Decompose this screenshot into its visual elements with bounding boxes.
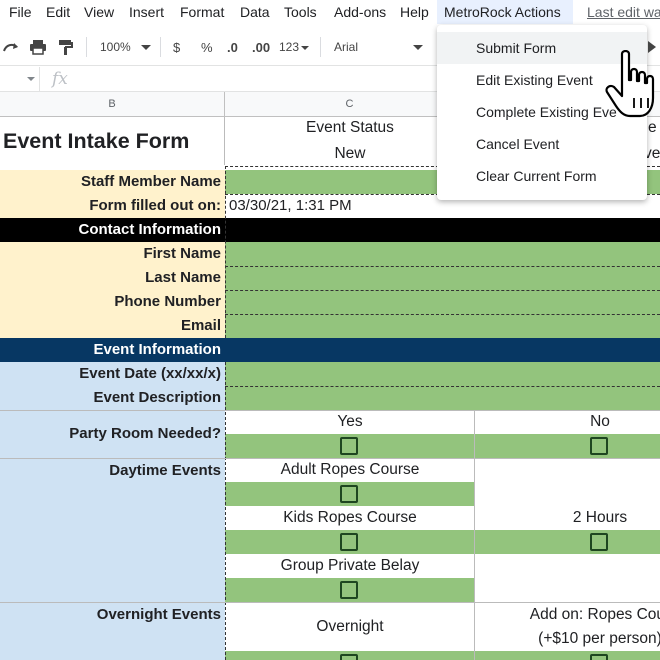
- last-name-label[interactable]: Last Name: [0, 266, 225, 290]
- party-room-yes-label[interactable]: Yes: [225, 410, 475, 434]
- cell-border: [225, 386, 660, 387]
- name-box[interactable]: [0, 67, 40, 91]
- menu-bar: File Edit View Insert Format Data Tools …: [0, 0, 660, 24]
- addon-ropes-price-label[interactable]: (+$10 per person): [475, 627, 660, 651]
- form-filled-label[interactable]: Form filled out on:: [0, 194, 225, 218]
- grid-line: [0, 458, 660, 459]
- email-input[interactable]: [225, 314, 660, 338]
- grid-line: [474, 410, 475, 660]
- event-information-header[interactable]: Event Information: [0, 338, 225, 362]
- addon-ropes-checkbox[interactable]: [590, 654, 608, 660]
- toolbar-separator: [86, 37, 87, 57]
- menu-edit[interactable]: Edit: [46, 4, 70, 20]
- form-title[interactable]: Event Intake Form: [0, 117, 225, 165]
- event-information-header-fill: [225, 338, 660, 362]
- daytime-events-label[interactable]: Daytime Events: [0, 459, 225, 603]
- last-edit-link[interactable]: Last edit wa: [587, 4, 660, 20]
- adult-ropes-course-checkbox[interactable]: [340, 485, 358, 503]
- font-select[interactable]: Arial: [334, 40, 358, 54]
- paint-format-icon[interactable]: [58, 39, 74, 56]
- currency-button[interactable]: $: [173, 40, 180, 55]
- group-private-belay-checkbox[interactable]: [340, 581, 358, 599]
- email-label[interactable]: Email: [0, 314, 225, 338]
- grid-line: [0, 410, 660, 411]
- overnight-label[interactable]: Overnight: [225, 603, 475, 651]
- chevron-down-icon: [413, 45, 423, 50]
- party-room-no-checkbox[interactable]: [590, 437, 608, 455]
- zoom-select[interactable]: 100%: [100, 40, 131, 54]
- event-date-label[interactable]: Event Date (xx/xx/x): [0, 362, 225, 386]
- clear-current-form-menu-item[interactable]: Clear Current Form: [476, 168, 597, 184]
- party-room-yes-checkbox[interactable]: [340, 437, 358, 455]
- contact-information-header-fill: [225, 218, 660, 242]
- menu-file[interactable]: File: [9, 4, 32, 20]
- contact-information-header[interactable]: Contact Information: [0, 218, 225, 242]
- increase-decimal-button[interactable]: .00: [252, 40, 270, 55]
- kids-ropes-course-label[interactable]: Kids Ropes Course: [225, 506, 475, 530]
- addon-ropes-course-label[interactable]: Add on: Ropes Cour: [475, 603, 660, 627]
- menu-view[interactable]: View: [84, 4, 114, 20]
- cell-border: [225, 266, 660, 267]
- menu-format[interactable]: Format: [180, 4, 224, 20]
- fx-icon: fx: [52, 69, 68, 89]
- toolbar-separator: [160, 37, 161, 57]
- overnight-events-label[interactable]: Overnight Events: [0, 603, 225, 660]
- staff-member-name-label[interactable]: Staff Member Name: [0, 170, 225, 194]
- decrease-decimal-button[interactable]: .0: [227, 40, 238, 55]
- grid-line: [224, 117, 225, 165]
- chevron-down-icon: [27, 77, 35, 81]
- chevron-down-icon: [301, 46, 309, 50]
- event-description-label[interactable]: Event Description: [0, 386, 225, 410]
- hand-pointer-cursor-icon: [605, 50, 655, 118]
- phone-number-label[interactable]: Phone Number: [0, 290, 225, 314]
- chevron-down-icon: [141, 45, 151, 50]
- edit-existing-event-menu-item[interactable]: Edit Existing Event: [476, 72, 593, 88]
- redo-icon[interactable]: [2, 40, 20, 54]
- percent-button[interactable]: %: [201, 40, 213, 55]
- two-hours-label[interactable]: 2 Hours: [475, 506, 660, 530]
- cell-border: [225, 314, 660, 315]
- form-filled-value[interactable]: 03/30/21, 1:31 PM: [229, 194, 469, 218]
- phone-number-input[interactable]: [225, 290, 660, 314]
- print-icon[interactable]: [29, 39, 47, 55]
- menu-tools[interactable]: Tools: [284, 4, 317, 20]
- menu-help[interactable]: Help: [400, 4, 429, 20]
- kids-ropes-course-checkbox[interactable]: [340, 533, 358, 551]
- group-private-belay-label[interactable]: Group Private Belay: [225, 554, 475, 578]
- party-room-label[interactable]: Party Room Needed?: [0, 410, 225, 458]
- menu-addons[interactable]: Add-ons: [334, 4, 386, 20]
- column-d-header-text[interactable]: e: [648, 117, 660, 139]
- menu-metrorock-actions[interactable]: MetroRock Actions: [444, 4, 561, 20]
- event-description-input[interactable]: [225, 386, 660, 410]
- event-date-input[interactable]: [225, 362, 660, 386]
- first-name-input[interactable]: [225, 242, 660, 266]
- party-room-no-label[interactable]: No: [475, 410, 660, 434]
- menu-insert[interactable]: Insert: [129, 4, 164, 20]
- grid-line: [0, 602, 660, 603]
- last-name-input[interactable]: [225, 266, 660, 290]
- two-hours-checkbox[interactable]: [590, 533, 608, 551]
- cancel-event-menu-item[interactable]: Cancel Event: [476, 136, 559, 152]
- submit-form-menu-item[interactable]: Submit Form: [476, 40, 556, 56]
- cell-border: [225, 166, 226, 338]
- cell-border: [225, 290, 660, 291]
- first-name-label[interactable]: First Name: [0, 242, 225, 266]
- overnight-checkbox[interactable]: [340, 654, 358, 660]
- toolbar-separator: [320, 37, 321, 57]
- column-header-b[interactable]: B: [0, 92, 225, 117]
- cell-border: [225, 362, 226, 660]
- menu-data[interactable]: Data: [240, 4, 270, 20]
- complete-existing-event-menu-item[interactable]: Complete Existing Eve: [476, 104, 617, 120]
- adult-ropes-course-label[interactable]: Adult Ropes Course: [225, 458, 475, 482]
- more-formats-button[interactable]: 123: [279, 40, 299, 54]
